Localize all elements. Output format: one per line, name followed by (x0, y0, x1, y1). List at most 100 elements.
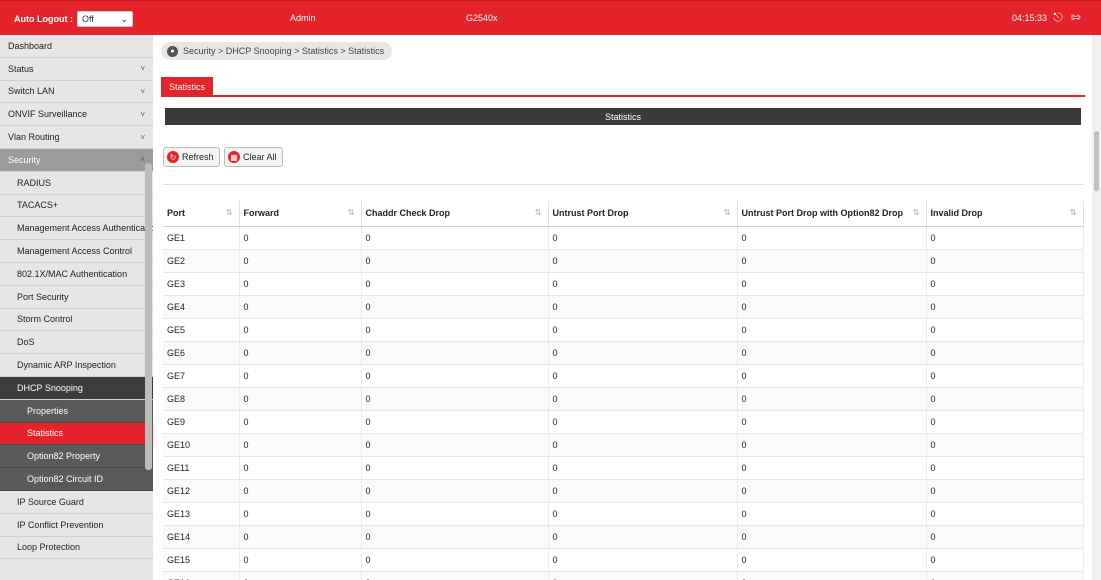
refresh-button[interactable]: ↻ Refresh (163, 147, 220, 167)
sidebar-item-label: Switch LAN (8, 86, 55, 97)
column-header-label: Chaddr Check Drop (365, 208, 451, 219)
auto-logout-value: Off (81, 14, 94, 24)
clear-all-button[interactable]: ▦ Clear All (224, 147, 283, 167)
chevron-down-icon: ˅ (140, 132, 145, 142)
sidebar-item-properties[interactable]: Properties (0, 399, 153, 423)
sidebar-item-loop-protection[interactable]: Loop Protection (0, 536, 153, 560)
top-bar: Auto Logout : Off ⌄ Admin G2540x 04:15:3… (0, 0, 1101, 35)
sidebar-item-802-1x-mac-authentication[interactable]: 802.1X/MAC Authentication (0, 262, 153, 286)
sidebar-item-option82-property[interactable]: Option82 Property (0, 445, 153, 469)
table-cell: GE2 (163, 249, 240, 273)
table-cell: 0 (548, 456, 738, 480)
sidebar-item-label: 802.1X/MAC Authentication (17, 268, 128, 279)
scrollbar-thumb[interactable] (1094, 131, 1099, 191)
sidebar-item-label: Management Access Control (17, 246, 133, 257)
table-cell: 0 (361, 525, 549, 549)
table-cell: 0 (926, 410, 1084, 434)
table-cell: GE10 (163, 433, 240, 457)
sidebar-item-label: Dashboard (8, 40, 53, 51)
bell-icon[interactable]: ⎋ (1051, 9, 1065, 25)
sidebar-item-management-access-authentication[interactable]: Management Access Authentication (0, 217, 153, 241)
sort-icon[interactable]: ⇅ (226, 208, 233, 217)
table-cell: GE7 (163, 364, 240, 388)
column-header[interactable]: Chaddr Check Drop ⇅ (361, 201, 549, 227)
sidebar-item-port-security[interactable]: Port Security (0, 285, 153, 309)
sidebar-item-option82-circuit-id[interactable]: Option82 Circuit ID (0, 468, 153, 491)
sidebar-item-dynamic-arp-inspection[interactable]: Dynamic ARP Inspection (0, 354, 153, 377)
sidebar-nav: Dashboard Status ˅ Switch LAN ˅ ONVIF Surveil… (0, 35, 153, 580)
table-row: GE1600000 (163, 571, 1084, 580)
table-cell: 0 (361, 433, 549, 457)
sidebar-item-dhcp-snooping[interactable]: DHCP Snooping (0, 376, 153, 400)
logout-icon[interactable]: ⇰ (1069, 9, 1083, 25)
table-row: GE7 0 0 0 0 0 (163, 364, 1084, 388)
table-cell: GE8 (163, 387, 240, 411)
sort-icon[interactable]: ⇅ (913, 208, 920, 217)
table-cell: GE15 (163, 548, 240, 572)
table-cell: 0 (737, 341, 927, 365)
table-cell: 0 (548, 525, 738, 549)
sidebar-item-label: Management Access Authentication (17, 223, 153, 234)
column-header[interactable]: Untrust Port Drop with Option82 Drop ⇅ (737, 201, 927, 227)
sidebar-item-security[interactable]: Security ˄ (0, 148, 153, 172)
column-header[interactable]: Forward ⇅ (239, 201, 362, 227)
table-cell: 0 (548, 548, 738, 572)
sidebar-item-management-access-control[interactable]: Management Access Control (0, 240, 153, 263)
sidebar-item-switch-lan[interactable]: Switch LAN ˅ (0, 81, 153, 104)
column-header[interactable]: Untrust Port Drop ⇅ (548, 201, 738, 227)
sidebar-item-onvif-surveillance[interactable]: ONVIF Surveillance ˅ (0, 103, 153, 127)
table-cell: 0 (737, 433, 927, 457)
auto-logout-label: Auto Logout : (14, 14, 73, 24)
sidebar-item-ip-conflict-prevention[interactable]: IP Conflict Prevention (0, 513, 153, 537)
table-cell: GE14 (163, 525, 240, 549)
auto-logout-select[interactable]: Off ⌄ (76, 11, 133, 27)
column-header[interactable]: Invalid Drop ⇅ (926, 201, 1084, 227)
sidebar-scrollbar-thumb[interactable] (145, 163, 152, 470)
divider (163, 184, 1083, 185)
column-header-label: Invalid Drop (930, 208, 983, 219)
table-cell: 0 (548, 341, 738, 365)
table-row: GE9 0 0 0 0 0 (163, 410, 1084, 434)
table-cell: 0 (361, 456, 549, 480)
table-cell: 0 (361, 410, 549, 434)
sidebar-item-dashboard[interactable]: Dashboard (0, 35, 153, 58)
sort-icon[interactable]: ⇅ (535, 208, 542, 217)
table-cell: 0 (361, 364, 549, 388)
table-cell: 0 (737, 364, 927, 388)
sidebar-item-label: IP Conflict Prevention (17, 519, 104, 530)
table-cell: GE3 (163, 272, 240, 296)
table-cell: 0 (926, 387, 1084, 411)
sidebar-item-ip-source-guard[interactable]: IP Source Guard (0, 490, 153, 514)
sidebar-item-vlan-routing[interactable]: Vlan Routing ˅ (0, 126, 153, 149)
table-cell: 0 (926, 249, 1084, 273)
chevron-down-icon: ˅ (140, 64, 145, 74)
sort-icon[interactable]: ⇅ (1070, 208, 1077, 217)
table-cell: 0 (361, 479, 549, 503)
table-cell: 0 (926, 548, 1084, 572)
column-header-label: Untrust Port Drop with Option82 Drop (741, 208, 904, 219)
device-model: G2540x (466, 13, 498, 23)
page-scrollbar[interactable] (1092, 35, 1101, 580)
table-cell: 0 (239, 410, 362, 434)
tab-statistics[interactable]: Statistics (161, 77, 214, 97)
table-cell: 0 (548, 226, 738, 250)
sidebar-item-tacacs[interactable]: TACACS+ (0, 194, 153, 218)
sort-icon[interactable]: ⇅ (348, 208, 355, 217)
sidebar-item-statistics[interactable]: Statistics (0, 422, 153, 446)
sidebar-item-storm-control[interactable]: Storm Control (0, 308, 153, 332)
sidebar-item-status[interactable]: Status ˅ (0, 58, 153, 81)
sidebar-item-dos[interactable]: DoS (0, 331, 153, 355)
sidebar-item-label: Properties (27, 405, 69, 416)
table-cell: 0 (737, 571, 927, 580)
table-cell: 0 (548, 364, 738, 388)
sidebar-item-label: Statistics (27, 428, 64, 439)
table-cell: 0 (926, 295, 1084, 319)
sort-icon[interactable]: ⇅ (724, 208, 731, 217)
sidebar-item-label: TACACS+ (17, 200, 59, 211)
table-cell: 0 (548, 410, 738, 434)
column-header[interactable]: Port ⇅ (163, 201, 240, 227)
chevron-down-icon: ˅ (140, 109, 145, 119)
tab-bar: Statistics (161, 77, 1085, 97)
sidebar-item-radius[interactable]: RADIUS (0, 171, 153, 195)
table-cell: 0 (239, 571, 362, 580)
